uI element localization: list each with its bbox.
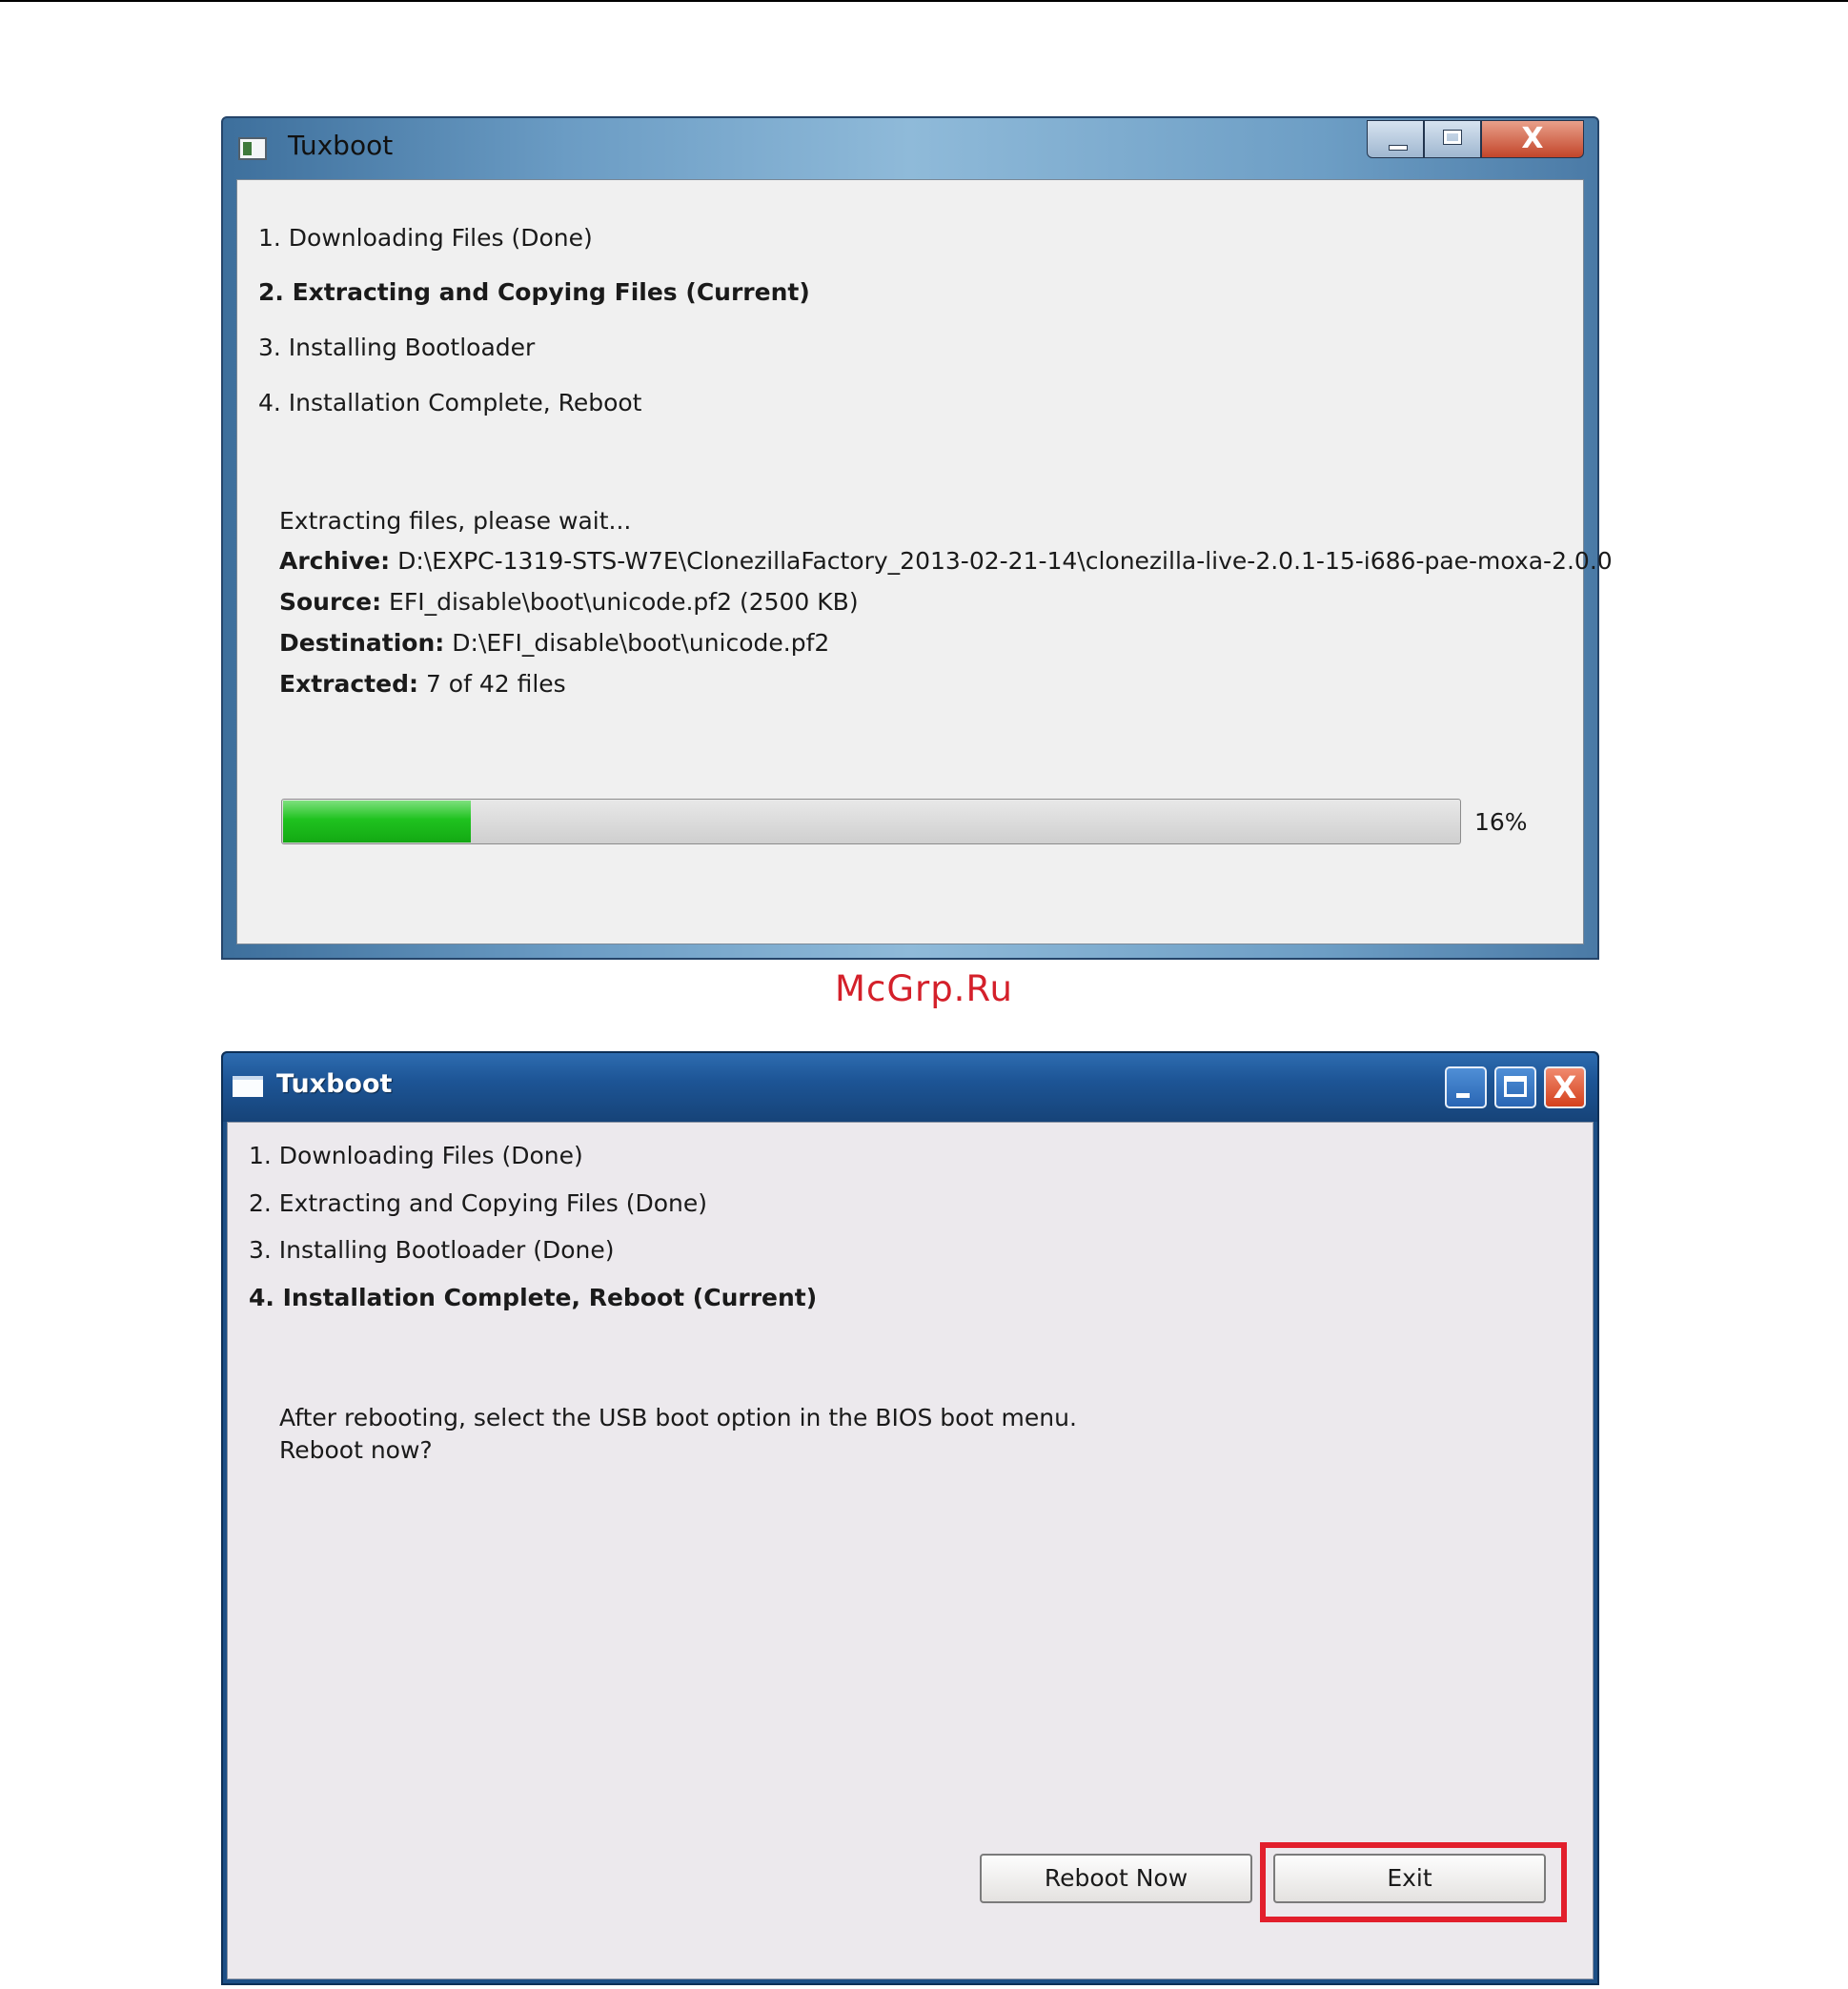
watermark-text: McGrp.Ru	[835, 968, 1013, 1009]
caption-buttons: X	[1445, 1066, 1586, 1108]
step-3: 3. Installing Bootloader	[258, 334, 536, 361]
source-label: Source:	[279, 588, 382, 616]
exit-button[interactable]: Exit	[1273, 1854, 1546, 1903]
app-window-icon	[233, 1076, 263, 1097]
step-2-current: 2. Extracting and Copying Files (Current…	[258, 278, 810, 306]
reboot-now-button[interactable]: Reboot Now	[980, 1854, 1252, 1903]
progress-percent: 16%	[1474, 808, 1528, 836]
step-4-current: 4. Installation Complete, Reboot (Curren…	[249, 1284, 818, 1311]
app-window-icon	[238, 137, 267, 160]
archive-row: Archive: D:\EXPC-1319-STS-W7E\Clonezilla…	[279, 547, 1613, 575]
close-icon: X	[1553, 1069, 1577, 1106]
extracted-label: Extracted:	[279, 670, 418, 698]
close-button[interactable]: X	[1544, 1066, 1586, 1108]
extracted-value: 7 of 42 files	[425, 670, 566, 698]
reboot-message-line-1: After rebooting, select the USB boot opt…	[279, 1404, 1077, 1431]
minimize-icon	[1456, 1093, 1470, 1098]
status-text: Extracting files, please wait...	[279, 507, 632, 535]
window-title: Tuxboot	[288, 130, 394, 161]
tuxboot-window-extracting: Tuxboot X 1. Downloading Files (Done) 2.…	[221, 116, 1613, 960]
source-row: Source: EFI_disable\boot\unicode.pf2 (25…	[279, 588, 859, 616]
archive-value: D:\EXPC-1319-STS-W7E\ClonezillaFactory_2…	[397, 547, 1613, 575]
minimize-icon	[1389, 145, 1408, 151]
page-top-rule	[0, 0, 1848, 2]
minimize-button[interactable]	[1445, 1066, 1487, 1108]
title-bar[interactable]: Tuxboot X	[223, 1053, 1597, 1122]
destination-value: D:\EFI_disable\boot\unicode.pf2	[452, 629, 830, 657]
reboot-message-line-2: Reboot now?	[279, 1436, 433, 1464]
close-button[interactable]: X	[1481, 120, 1584, 158]
step-1: 1. Downloading Files (Done)	[249, 1142, 583, 1169]
step-2: 2. Extracting and Copying Files (Done)	[249, 1189, 708, 1217]
reboot-message: After rebooting, select the USB boot opt…	[279, 1402, 1077, 1467]
step-4: 4. Installation Complete, Reboot	[258, 389, 642, 416]
progress-bar	[281, 799, 1461, 844]
archive-label: Archive:	[279, 547, 391, 575]
progress-fill	[283, 801, 472, 842]
extracted-row: Extracted: 7 of 42 files	[279, 670, 566, 698]
title-bar[interactable]: Tuxboot X	[223, 118, 1597, 179]
destination-row: Destination: D:\EFI_disable\boot\unicode…	[279, 629, 829, 657]
maximize-button[interactable]	[1494, 1066, 1536, 1108]
destination-label: Destination:	[279, 629, 445, 657]
window-title: Tuxboot	[276, 1069, 393, 1099]
minimize-button[interactable]	[1367, 120, 1424, 158]
maximize-icon	[1504, 1076, 1527, 1097]
close-icon: X	[1521, 122, 1544, 155]
window-client-area: 1. Downloading Files (Done) 2. Extractin…	[227, 1122, 1594, 1979]
tuxboot-window-complete: Tuxboot X 1. Downloading Files (Done) 2.…	[221, 1051, 1599, 1985]
step-1: 1. Downloading Files (Done)	[258, 224, 593, 252]
window-client-area: 1. Downloading Files (Done) 2. Extractin…	[236, 179, 1613, 944]
source-value: EFI_disable\boot\unicode.pf2 (2500 KB)	[389, 588, 859, 616]
step-3: 3. Installing Bootloader (Done)	[249, 1236, 615, 1264]
maximize-button[interactable]	[1424, 120, 1481, 158]
caption-buttons: X	[1367, 120, 1584, 158]
maximize-icon	[1443, 130, 1462, 145]
